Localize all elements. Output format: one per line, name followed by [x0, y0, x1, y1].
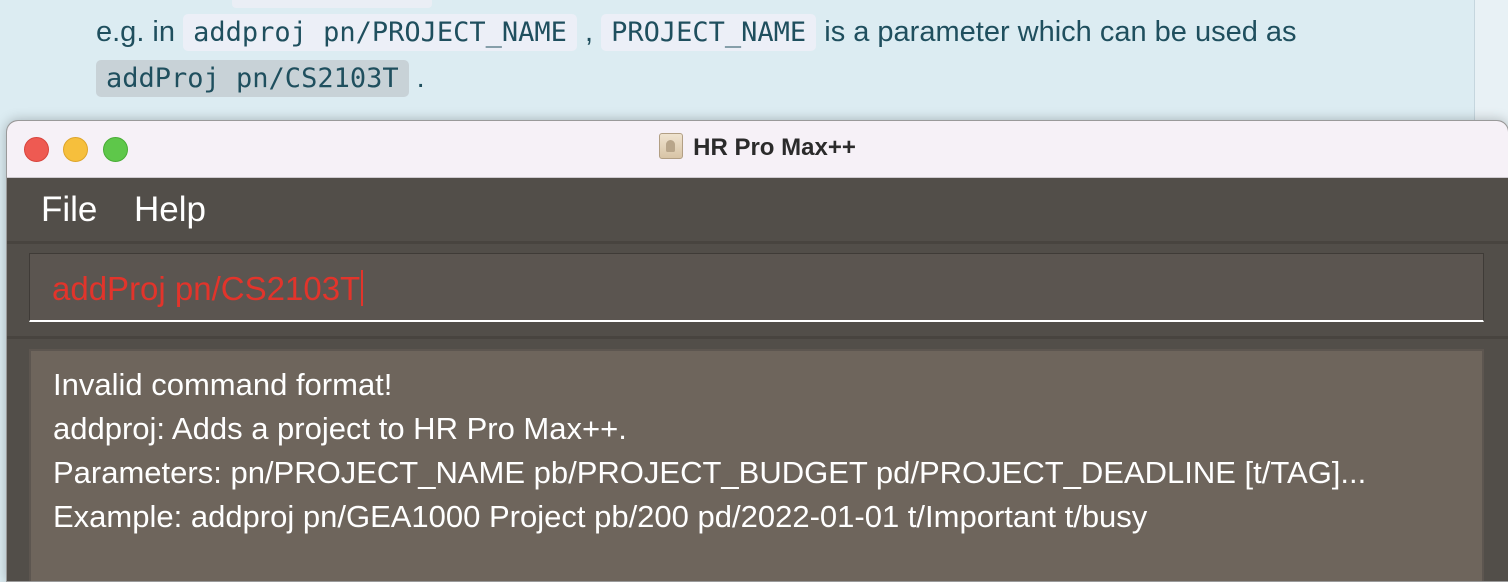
result-display-area: Invalid command format! addproj: Adds a …: [7, 339, 1508, 581]
command-value: addProj pn/CS2103T: [52, 270, 361, 307]
menu-file[interactable]: File: [41, 190, 97, 230]
result-display[interactable]: Invalid command format! addproj: Adds a …: [29, 349, 1484, 581]
doc-text: e.g. in: [96, 16, 184, 48]
text-caret: [361, 270, 364, 306]
command-input[interactable]: addProj pn/CS2103T: [29, 253, 1484, 322]
result-line-parameters: Parameters: pn/PROJECT_NAME pb/PROJECT_B…: [53, 455, 1367, 490]
doc-example-line: e.g. in addproj pn/PROJECT_NAME , PROJEC…: [96, 14, 1297, 51]
doc-text: is a parameter which can be used as: [816, 16, 1297, 48]
window-title-text: HR Pro Max++: [693, 134, 856, 161]
documentation-scroll-area: [1475, 0, 1508, 140]
result-line-example: Example: addproj pn/GEA1000 Project pb/2…: [53, 499, 1148, 534]
doc-code-project-name: PROJECT_NAME: [601, 14, 817, 51]
command-box-area: addProj pn/CS2103T: [7, 244, 1508, 339]
result-line-usage: addproj: Adds a project to HR Pro Max++.: [53, 411, 627, 446]
title-bar[interactable]: HR Pro Max++: [7, 121, 1508, 178]
doc-text: .: [408, 62, 425, 94]
doc-code-selected[interactable]: addProj pn/CS2103T: [96, 60, 409, 97]
app-window: HR Pro Max++ File Help addProj pn/CS2103…: [6, 120, 1508, 582]
doc-example-line-2: addProj pn/CS2103T .: [96, 60, 425, 97]
result-line-error: Invalid command format!: [53, 367, 393, 402]
window-title: HR Pro Max++: [7, 133, 1508, 162]
menu-bar: File Help: [7, 178, 1508, 244]
menu-help[interactable]: Help: [134, 190, 206, 230]
doc-code-addproj: addproj pn/PROJECT_NAME: [183, 14, 577, 51]
doc-text: ,: [576, 16, 602, 48]
app-contact-icon: [659, 133, 684, 159]
doc-code-fragment: [232, 0, 432, 8]
command-input-text[interactable]: addProj pn/CS2103T: [52, 270, 364, 308]
